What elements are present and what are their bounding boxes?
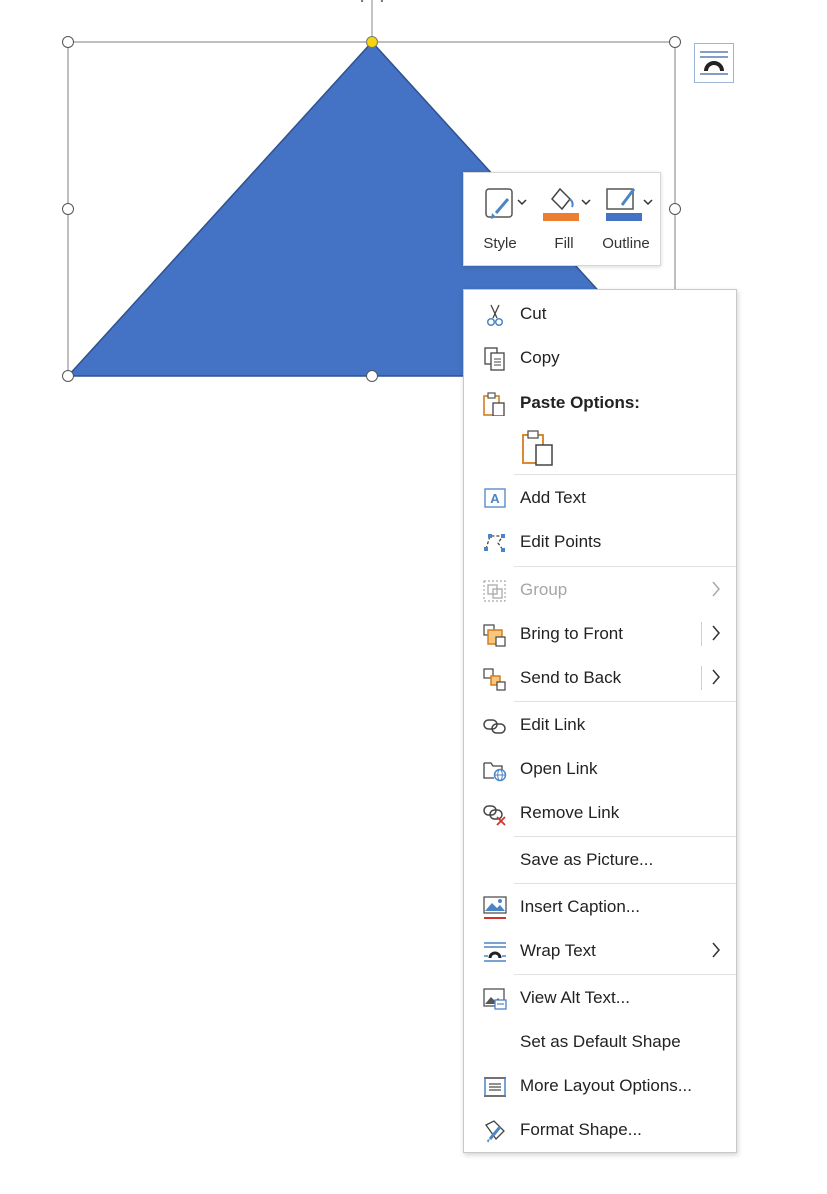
menu-item-set-default-shape[interactable]: Set as Default Shape bbox=[464, 1020, 736, 1064]
layout-options-button[interactable] bbox=[694, 43, 734, 83]
menu-item-label: Format Shape... bbox=[520, 1120, 642, 1139]
menu-item-label: Edit Points bbox=[520, 532, 602, 551]
menu-item-group: Group bbox=[464, 568, 736, 612]
menu-item-label: More Layout Options... bbox=[520, 1076, 692, 1095]
mini-toolbar: Style Fill Outline bbox=[463, 172, 661, 266]
menu-separator bbox=[514, 974, 736, 975]
menu-item-label: Insert Caption... bbox=[520, 897, 641, 916]
outline-button[interactable]: Outline bbox=[596, 179, 656, 261]
resize-handle-top-right[interactable] bbox=[669, 36, 681, 48]
svg-text:A: A bbox=[490, 491, 500, 506]
resize-handle-right[interactable] bbox=[669, 203, 681, 215]
menu-item-remove-link[interactable]: Remove Link bbox=[464, 791, 736, 835]
menu-separator bbox=[514, 883, 736, 884]
fill-color-bar bbox=[543, 213, 579, 221]
menu-item-copy[interactable]: Copy bbox=[464, 336, 736, 380]
menu-item-label: Save as Picture... bbox=[520, 850, 654, 869]
menu-item-label: Add Text bbox=[520, 488, 586, 507]
menu-separator bbox=[514, 474, 736, 475]
menu-item-more-layout-options[interactable]: More Layout Options... bbox=[464, 1064, 736, 1108]
menu-item-bring-to-front[interactable]: Bring to Front bbox=[464, 612, 736, 656]
fill-button[interactable]: Fill bbox=[534, 179, 594, 261]
caption-icon bbox=[483, 896, 507, 919]
style-label: Style bbox=[483, 235, 517, 252]
menu-item-edit-points[interactable]: Edit Points bbox=[464, 520, 736, 564]
bring-to-front-icon bbox=[483, 624, 506, 647]
menu-item-save-as-picture[interactable]: Save as Picture... bbox=[464, 838, 736, 882]
resize-handle-bottom-left[interactable] bbox=[62, 370, 74, 382]
menu-item-open-link[interactable]: Open Link bbox=[464, 747, 736, 791]
scissors-icon bbox=[486, 304, 504, 327]
outline-label: Outline bbox=[602, 235, 650, 252]
menu-item-edit-link[interactable]: Edit Link bbox=[464, 703, 736, 747]
menu-item-label: Paste Options: bbox=[520, 393, 640, 412]
adjust-handle[interactable] bbox=[366, 36, 378, 48]
menu-item-add-text[interactable]: A Add Text bbox=[464, 476, 736, 520]
open-link-icon bbox=[483, 762, 507, 782]
fill-label: Fill bbox=[554, 235, 574, 252]
menu-item-label: Group bbox=[520, 580, 568, 599]
menu-item-insert-caption[interactable]: Insert Caption... bbox=[464, 885, 736, 929]
menu-item-label: Wrap Text bbox=[520, 941, 596, 960]
layout-icon bbox=[484, 1077, 506, 1097]
clipboard-icon bbox=[483, 392, 505, 416]
chevron-right-icon bbox=[712, 942, 720, 958]
resize-handle-top-left[interactable] bbox=[62, 36, 74, 48]
layout-options-icon bbox=[700, 51, 728, 75]
send-to-back-icon bbox=[483, 668, 506, 691]
link-icon bbox=[483, 719, 506, 734]
split-separator bbox=[701, 666, 702, 690]
menu-item-label: Open Link bbox=[520, 759, 598, 778]
split-separator bbox=[701, 622, 702, 646]
menu-separator bbox=[514, 566, 736, 567]
format-shape-icon bbox=[485, 1120, 505, 1143]
shape-style-icon bbox=[485, 188, 527, 219]
text-box-icon: A bbox=[484, 488, 506, 508]
menu-item-label: Bring to Front bbox=[520, 624, 623, 643]
outline-color-bar bbox=[606, 213, 642, 221]
group-icon bbox=[483, 580, 506, 602]
menu-item-label: Cut bbox=[520, 304, 547, 323]
resize-handle-bottom[interactable] bbox=[366, 370, 378, 382]
menu-item-label: Edit Link bbox=[520, 715, 586, 734]
menu-item-label: Set as Default Shape bbox=[520, 1032, 681, 1051]
paste-keep-formatting-icon[interactable] bbox=[521, 430, 555, 468]
menu-item-view-alt-text[interactable]: View Alt Text... bbox=[464, 976, 736, 1020]
menu-item-wrap-text[interactable]: Wrap Text bbox=[464, 929, 736, 973]
copy-icon bbox=[484, 347, 505, 371]
chevron-right-icon bbox=[712, 581, 720, 597]
menu-item-paste-options: Paste Options: bbox=[464, 381, 736, 425]
style-button[interactable]: Style bbox=[470, 179, 530, 261]
alt-text-icon bbox=[483, 988, 507, 1010]
menu-item-label: Send to Back bbox=[520, 668, 622, 687]
shape-outline-icon bbox=[606, 188, 653, 221]
menu-item-label: View Alt Text... bbox=[520, 988, 630, 1007]
edit-points-icon bbox=[484, 534, 505, 552]
menu-item-label: Remove Link bbox=[520, 803, 620, 822]
fill-bucket-icon bbox=[543, 187, 591, 221]
wrap-text-icon bbox=[484, 942, 506, 962]
menu-item-format-shape[interactable]: Format Shape... bbox=[464, 1108, 736, 1152]
menu-item-label: Copy bbox=[520, 348, 560, 367]
context-menu: Cut Copy Paste Options: A Add Text Edit … bbox=[463, 289, 737, 1153]
remove-link-icon bbox=[483, 805, 506, 826]
menu-separator bbox=[514, 836, 736, 837]
chevron-right-icon[interactable] bbox=[710, 667, 722, 687]
resize-handle-left[interactable] bbox=[62, 203, 74, 215]
menu-item-send-to-back[interactable]: Send to Back bbox=[464, 656, 736, 700]
chevron-right-icon[interactable] bbox=[710, 623, 722, 643]
document-canvas: Style Fill Outline Cut Copy Paste Option… bbox=[0, 0, 827, 1194]
menu-item-cut[interactable]: Cut bbox=[464, 292, 736, 336]
menu-separator bbox=[514, 701, 736, 702]
